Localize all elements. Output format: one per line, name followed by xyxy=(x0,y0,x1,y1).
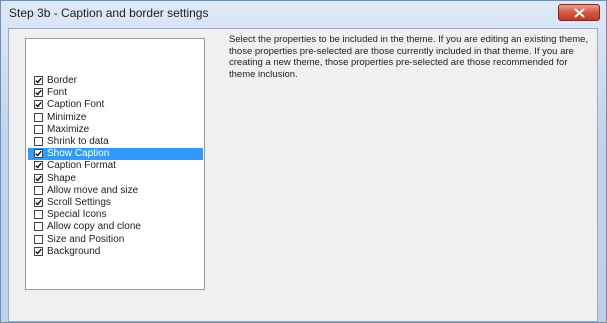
checkmark-icon xyxy=(35,150,42,157)
property-label: Background xyxy=(47,245,101,257)
window-title: Step 3b - Caption and border settings xyxy=(9,6,209,20)
property-checkbox[interactable] xyxy=(34,246,43,256)
property-label: Special Icons xyxy=(47,209,107,221)
property-label: Shape xyxy=(47,172,76,184)
checkmark-icon xyxy=(35,175,42,182)
property-item-show-caption[interactable]: Show Caption xyxy=(28,148,203,161)
property-checkbox[interactable] xyxy=(34,137,43,146)
checkmark-icon xyxy=(35,199,42,206)
property-item-allow-copy-and-clone[interactable]: Allow copy and clone xyxy=(28,221,203,233)
property-item-caption-font[interactable]: Caption Font xyxy=(28,99,203,111)
checkmark-icon xyxy=(35,248,42,255)
property-label: Border xyxy=(47,75,78,86)
properties-checklist[interactable]: Border Font Caption Font Minimize Maximize Sh… xyxy=(25,38,205,290)
checkmark-icon xyxy=(35,163,42,169)
property-label: Font xyxy=(47,87,68,99)
property-checkbox[interactable] xyxy=(34,185,43,195)
property-item-scroll-settings[interactable]: Scroll Settings xyxy=(28,197,203,209)
property-item-background[interactable]: Background xyxy=(28,246,203,258)
property-label: Allow copy and clone xyxy=(47,221,141,233)
property-checkbox[interactable] xyxy=(34,149,43,159)
property-item-border[interactable]: Border xyxy=(28,75,203,87)
property-label: Allow move and size xyxy=(47,184,139,196)
checkmark-icon xyxy=(35,89,42,96)
title-bar[interactable]: Step 3b - Caption and border settings xyxy=(1,1,606,27)
property-label: Scroll Settings xyxy=(47,197,111,208)
checkmark-icon xyxy=(35,102,42,108)
property-label: Minimize xyxy=(47,111,87,123)
property-label: Shrink to data xyxy=(47,136,109,147)
close-icon xyxy=(574,8,585,18)
property-item-shape[interactable]: Shape xyxy=(28,173,203,185)
property-item-allow-move-and-size[interactable]: Allow move and size xyxy=(28,185,203,197)
property-item-shrink-to-data[interactable]: Shrink to data xyxy=(28,136,203,148)
close-button[interactable] xyxy=(558,4,600,21)
property-label: Caption Format xyxy=(47,160,116,172)
property-item-caption-format[interactable]: Caption Format xyxy=(28,160,203,172)
property-label: Show Caption xyxy=(47,148,110,160)
property-checkbox[interactable] xyxy=(34,112,43,122)
property-item-font[interactable]: Font xyxy=(28,87,203,99)
property-item-size-and-position[interactable]: Size and Position xyxy=(28,234,203,246)
property-checkbox[interactable] xyxy=(34,76,43,85)
instructions-text: Select the properties to be included in … xyxy=(229,34,589,80)
property-label: Size and Position xyxy=(47,233,125,245)
dialog-window: Step 3b - Caption and border settings Bo… xyxy=(0,0,607,323)
property-item-maximize[interactable]: Maximize xyxy=(28,124,203,136)
property-checkbox[interactable] xyxy=(34,88,43,98)
property-checkbox[interactable] xyxy=(34,100,43,110)
checkmark-icon xyxy=(35,77,42,84)
property-label: Caption Font xyxy=(47,99,105,111)
property-checkbox[interactable] xyxy=(34,198,43,207)
property-checkbox[interactable] xyxy=(34,124,43,134)
property-item-minimize[interactable]: Minimize xyxy=(28,112,203,124)
property-item-special-icons[interactable]: Special Icons xyxy=(28,209,203,221)
property-checkbox[interactable] xyxy=(34,222,43,232)
property-label: Maximize xyxy=(47,123,90,135)
property-checkbox[interactable] xyxy=(34,161,43,171)
property-checkbox[interactable] xyxy=(34,234,43,244)
property-checkbox[interactable] xyxy=(34,210,43,220)
property-checkbox[interactable] xyxy=(34,173,43,183)
